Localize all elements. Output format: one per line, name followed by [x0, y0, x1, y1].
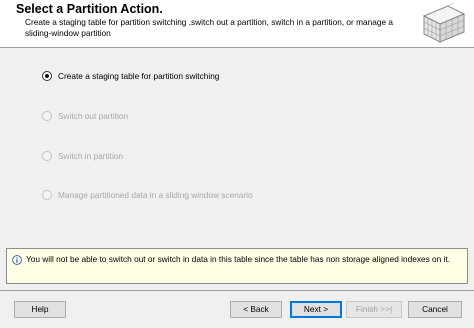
radio-button-switch-out[interactable] — [42, 111, 52, 121]
option-label: Create a staging table for partition swi… — [58, 71, 220, 81]
option-switch-out-partition[interactable]: Switch out partition — [42, 109, 128, 123]
radio-button-switch-in[interactable] — [42, 151, 52, 161]
cancel-button[interactable]: Cancel — [408, 301, 462, 318]
table-partition-icon — [422, 2, 466, 43]
radio-button-create-staging-table[interactable] — [42, 71, 52, 81]
finish-button[interactable]: Finish >>| — [346, 301, 402, 318]
back-button[interactable]: < Back — [230, 301, 282, 318]
option-label: Manage partitioned data in a sliding win… — [58, 190, 253, 200]
page-description: Create a staging table for partition swi… — [25, 17, 394, 38]
next-button[interactable]: Next > — [290, 301, 342, 318]
info-message-text: You will not be able to switch out or sw… — [26, 254, 451, 264]
option-switch-in-partition[interactable]: Switch in partition — [42, 149, 123, 163]
radio-button-sliding-window[interactable] — [42, 190, 52, 200]
option-label: Switch in partition — [58, 151, 124, 161]
info-message-box: You will not be able to switch out or sw… — [6, 248, 468, 284]
page-title: Select a Partition Action. — [16, 2, 163, 16]
help-button[interactable]: Help — [14, 301, 66, 318]
footer-divider — [0, 290, 474, 291]
option-create-staging-table[interactable]: Create a staging table for partition swi… — [42, 69, 219, 83]
option-manage-sliding-window[interactable]: Manage partitioned data in a sliding win… — [42, 188, 253, 202]
info-icon — [12, 255, 22, 265]
option-label: Switch out partition — [58, 111, 129, 121]
wizard-header: Select a Partition Action. Create a stag… — [0, 0, 474, 48]
